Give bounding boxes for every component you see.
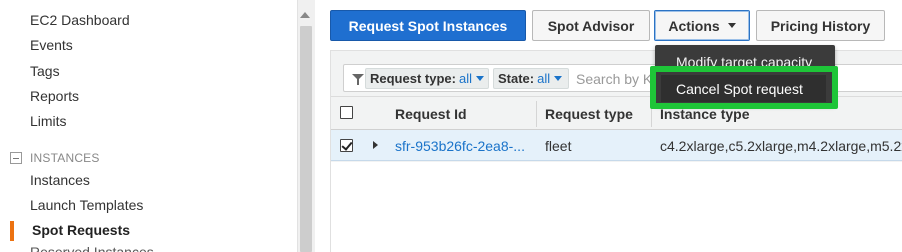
main-content: Request Spot Instances Spot Advisor Acti…	[316, 0, 902, 252]
sidebar-item-limits[interactable]: Limits	[30, 113, 67, 129]
row-checkbox[interactable]	[340, 139, 353, 152]
section-header-instances[interactable]: INSTANCES	[10, 150, 100, 166]
sidebar-nav: EC2 Dashboard Events Tags Reports Limits…	[0, 0, 297, 252]
sidebar-item-spot-requests[interactable]: Spot Requests	[32, 222, 130, 238]
expand-arrow-icon[interactable]	[373, 141, 378, 149]
select-all-checkbox[interactable]	[340, 106, 353, 119]
chevron-down-icon	[554, 76, 563, 81]
scrollbar-thumb[interactable]	[300, 26, 312, 252]
column-header-request-id[interactable]: Request Id	[395, 106, 467, 122]
request-type-filter-value: all	[458, 71, 472, 86]
collapse-icon[interactable]	[10, 152, 22, 164]
request-type-filter-key: Request type:	[370, 71, 456, 86]
sidebar-item-launch-templates[interactable]: Launch Templates	[30, 197, 143, 213]
request-type-cell: fleet	[545, 138, 572, 154]
sidebar-item-events[interactable]: Events	[30, 37, 73, 53]
state-filter-key: State:	[498, 71, 535, 86]
table-row[interactable]: sfr-953b26fc-2ea8-... fleet c4.2xlarge,c…	[331, 130, 902, 161]
spot-advisor-button[interactable]: Spot Advisor	[532, 10, 650, 41]
scroll-up-arrow-icon[interactable]	[300, 12, 310, 18]
state-filter[interactable]: State: all	[493, 68, 569, 89]
search-input[interactable]	[576, 69, 656, 88]
instance-type-cell: c4.2xlarge,c5.2xlarge,m4.2xlarge,m5.2xla…	[660, 138, 902, 154]
sidebar-item-instances[interactable]: Instances	[30, 172, 90, 188]
menu-item-cancel-spot-request[interactable]: Cancel Spot request	[661, 75, 826, 102]
request-type-filter[interactable]: Request type: all	[365, 68, 489, 89]
sidebar-item-reports[interactable]: Reports	[30, 88, 79, 104]
pricing-history-button[interactable]: Pricing History	[756, 10, 885, 41]
section-title: INSTANCES	[30, 151, 100, 165]
active-indicator	[10, 221, 14, 241]
column-divider[interactable]	[536, 101, 537, 127]
actions-label: Actions	[668, 17, 720, 34]
sidebar-item-tags[interactable]: Tags	[30, 63, 60, 79]
filter-icon	[352, 74, 364, 85]
actions-button[interactable]: Actions	[654, 10, 750, 41]
request-id-link[interactable]: sfr-953b26fc-2ea8-...	[395, 138, 525, 154]
chevron-down-icon	[475, 76, 484, 81]
sidebar-item-reserved-instances[interactable]: Reserved Instances	[30, 244, 154, 252]
column-header-request-type[interactable]: Request type	[545, 106, 633, 122]
table-body	[331, 162, 902, 252]
request-spot-instances-button[interactable]: Request Spot Instances	[330, 10, 526, 41]
sidebar-item-ec2-dashboard[interactable]: EC2 Dashboard	[30, 12, 130, 28]
state-filter-value: all	[537, 71, 551, 86]
chevron-down-icon	[727, 23, 736, 28]
ec2-console: EC2 Dashboard Events Tags Reports Limits…	[0, 0, 902, 252]
